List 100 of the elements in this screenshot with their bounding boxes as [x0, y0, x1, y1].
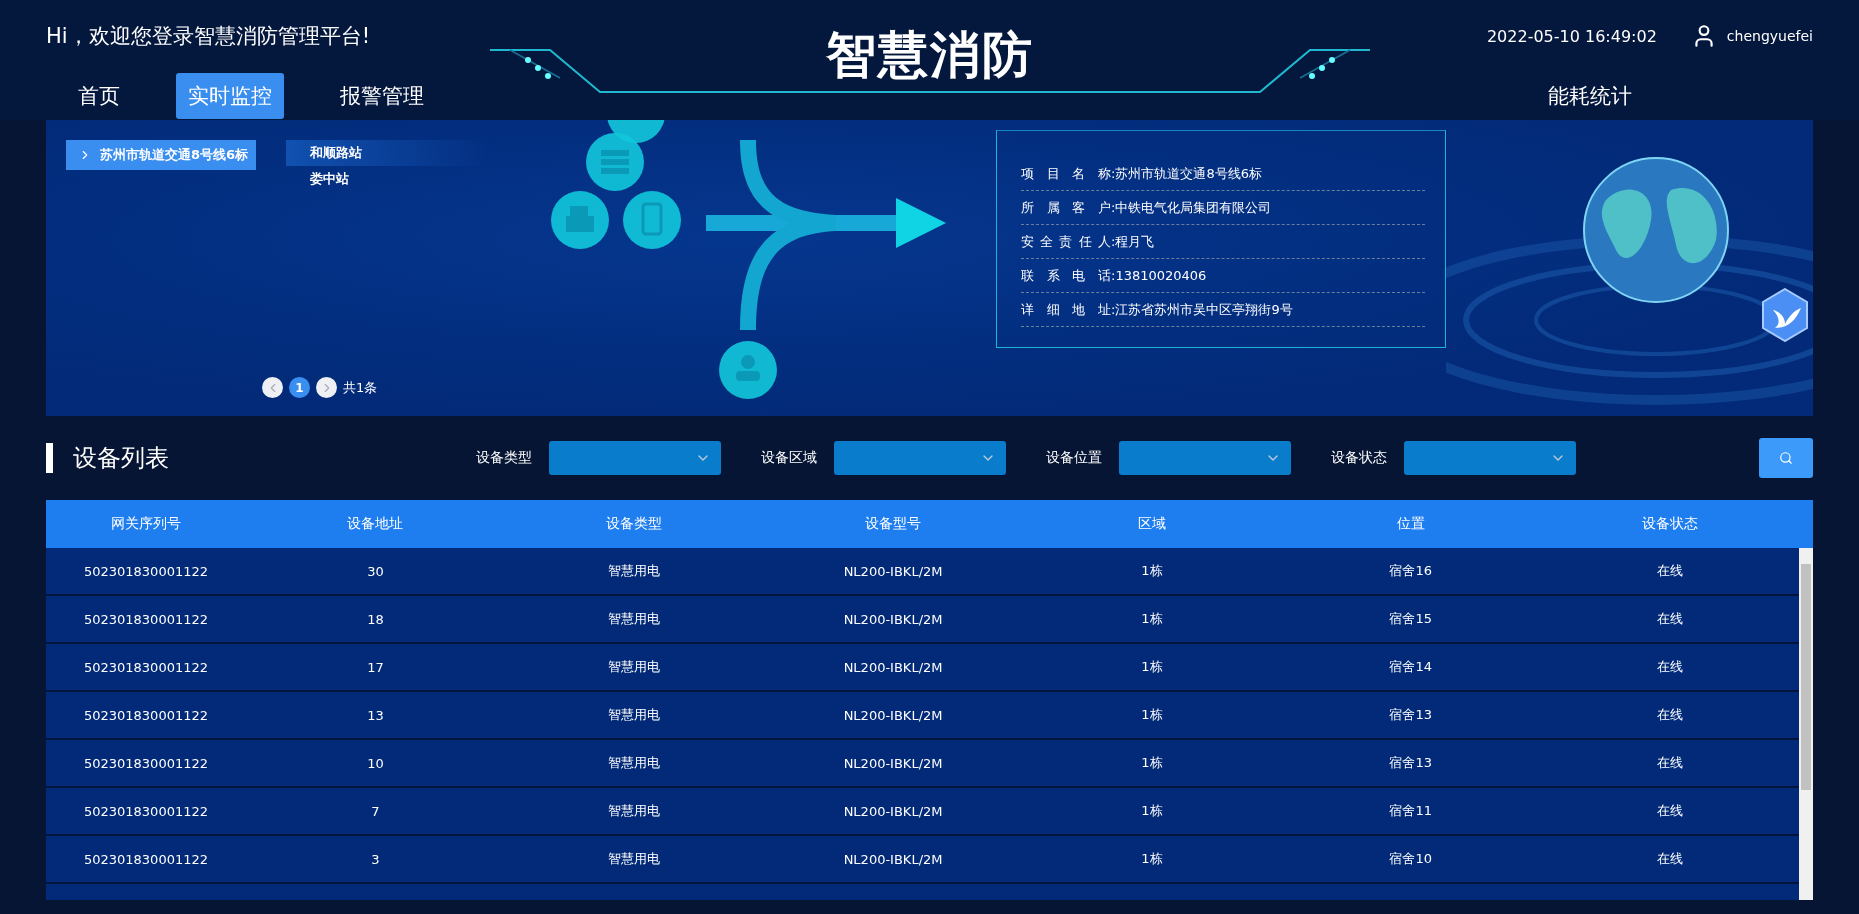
table-cell-text: NL200-IBKL/2M — [842, 706, 944, 725]
filter-label: 设备位置 — [1046, 449, 1102, 467]
table-cell-text: 18 — [366, 610, 385, 629]
table-cell-text: 10 — [366, 754, 385, 773]
nav-tab[interactable]: 能耗统计 — [1536, 73, 1644, 119]
info-value: :江苏省苏州市吴中区亭翔街9号 — [1111, 300, 1293, 319]
table-cell-text: NL200-IBKL/2M — [842, 850, 944, 869]
column-header: 网关序列号 — [110, 514, 182, 533]
table-cell-text: 宿舍16 — [1388, 562, 1433, 580]
table-cell-text: NL200-IBKL/2M — [842, 562, 944, 581]
total-count: 共1条 — [343, 378, 378, 397]
info-label: 所 属 客 户 — [1021, 198, 1111, 217]
table-cell-text: 宿舍10 — [1388, 850, 1433, 868]
column-header: 设备型号 — [864, 514, 923, 533]
section-title: 设备列表 — [46, 443, 436, 473]
info-label: 联 系 电 话 — [1021, 266, 1111, 285]
column-header: 位置 — [1395, 514, 1426, 533]
table-cell-text: 在线 — [1655, 850, 1684, 868]
table-cell-text: 17 — [366, 658, 385, 677]
table-cell-text: 在线 — [1655, 658, 1684, 676]
phone-icon — [623, 191, 681, 249]
table-row[interactable]: 502301830001122 18 智慧用电 NL200-IBKL/2M 1栋 宿舍15 在线 — [46, 596, 1799, 644]
info-value: :程月飞 — [1111, 232, 1155, 251]
table-cell-text: 宿舍14 — [1388, 658, 1433, 676]
table-cell-text: 宿舍15 — [1388, 610, 1433, 628]
search-icon — [1779, 451, 1793, 465]
table-cell-text: 1栋 — [1140, 754, 1164, 772]
bird-icon[interactable] — [1761, 288, 1809, 342]
table-cell-text: 3 — [370, 850, 381, 869]
info-label: 详 细 地 址 — [1021, 300, 1111, 319]
table-cell-text: 智慧用电 — [607, 658, 662, 676]
table-cell-text: 1栋 — [1140, 658, 1164, 676]
next-page-button[interactable] — [316, 377, 337, 398]
page-title: 智慧消防 — [825, 25, 1034, 86]
table-cell-text: NL200-IBKL/2M — [842, 610, 944, 629]
table-row[interactable]: 502301830001122 7 智慧用电 NL200-IBKL/2M 1栋 宿舍11 在线 — [46, 788, 1799, 836]
table-cell-text: 30 — [366, 562, 385, 581]
table-cell-text: 1栋 — [1140, 562, 1164, 580]
table-cell-text: NL200-IBKL/2M — [842, 658, 944, 677]
table-cell-text: 502301830001122 — [82, 706, 210, 725]
info-label: 安 全 责 任 人 — [1021, 232, 1111, 251]
table-cell-text: 在线 — [1655, 706, 1684, 724]
table-cell-text: 502301830001122 — [82, 562, 210, 581]
greeting-text: Hi，欢迎您登录智慧消防管理平台! — [46, 23, 371, 50]
table-cell-text: 13 — [366, 706, 385, 725]
table-cell-text: 智慧用电 — [607, 802, 662, 820]
table-cell-text: 智慧用电 — [607, 754, 662, 772]
table-cell-text: NL200-IBKL/2M — [842, 802, 944, 821]
filter-label: 设备状态 — [1331, 449, 1387, 467]
table-row[interactable]: 502301830001122 30 智慧用电 NL200-IBKL/2M 1栋 宿舍16 在线 — [46, 548, 1799, 596]
table-cell-text: 在线 — [1655, 562, 1684, 580]
table-cell-text: 1栋 — [1140, 706, 1164, 724]
table-cell-text: 502301830001122 — [82, 802, 210, 821]
table-row[interactable]: 502301830001122 3 智慧用电 NL200-IBKL/2M 1栋 宿舍10 在线 — [46, 836, 1799, 884]
info-value: :13810020406 — [1111, 268, 1207, 283]
search-button[interactable] — [1759, 438, 1813, 478]
table-row[interactable]: 502301830001122 10 智慧用电 NL200-IBKL/2M 1栋 宿舍13 在线 — [46, 740, 1799, 788]
nav-tab[interactable]: 报警管理 — [328, 73, 436, 119]
scrollbar-thumb[interactable] — [1801, 564, 1811, 790]
table-cell-text: 1栋 — [1140, 610, 1164, 628]
table-cell-text: 502301830001122 — [82, 610, 210, 629]
column-header: 区域 — [1136, 514, 1167, 533]
table-cell-text: 1栋 — [1140, 850, 1164, 868]
table-cell-text: 智慧用电 — [607, 562, 662, 580]
previous-page-button[interactable] — [262, 377, 283, 398]
table-cell-text: 智慧用电 — [607, 706, 662, 724]
table-cell-text: 7 — [370, 802, 381, 821]
table-cell-text: 宿舍13 — [1388, 754, 1433, 772]
table-cell-text: 在线 — [1655, 610, 1684, 628]
column-header: 设备地址 — [346, 514, 405, 533]
table-cell-text: 在线 — [1655, 802, 1684, 820]
info-value: :苏州市轨道交通8号线6标 — [1111, 164, 1262, 183]
filter-label: 设备类型 — [476, 449, 532, 467]
table-cell-text: 1栋 — [1140, 802, 1164, 820]
column-header: 设备类型 — [605, 514, 664, 533]
station-item[interactable]: 娄中站 — [286, 166, 487, 192]
project-name: 苏州市轨道交通8号线6标 — [100, 146, 249, 164]
filter-select[interactable] — [1119, 441, 1291, 475]
table-cell-text: 在线 — [1655, 754, 1684, 772]
table-row[interactable]: 502301830001122 13 智慧用电 NL200-IBKL/2M 1栋 宿舍13 在线 — [46, 692, 1799, 740]
table-cell-text: 502301830001122 — [82, 754, 210, 773]
info-value: :中铁电气化局集团有限公司 — [1111, 198, 1272, 217]
table-cell-text: 502301830001122 — [82, 850, 210, 869]
table-cell-text: NL200-IBKL/2M — [842, 754, 944, 773]
table-cell-text: 宿舍13 — [1388, 706, 1433, 724]
scrollbar[interactable] — [1799, 548, 1813, 900]
filter-select[interactable] — [834, 441, 1006, 475]
table-cell-text: 智慧用电 — [607, 850, 662, 868]
users-icon — [719, 341, 777, 399]
filter-label: 设备区域 — [761, 449, 817, 467]
nav-tab[interactable]: 首页 — [66, 73, 132, 119]
datetime-text: 2022-05-10 16:49:02 — [1486, 26, 1657, 46]
table-cell-text: 智慧用电 — [607, 610, 662, 628]
table-row[interactable]: 502301830001122 17 智慧用电 NL200-IBKL/2M 1栋 宿舍14 在线 — [46, 644, 1799, 692]
username[interactable]: chengyuefei — [1726, 28, 1813, 44]
filter-select[interactable] — [549, 441, 721, 475]
filter-select[interactable] — [1404, 441, 1576, 475]
table-cell-text: 宿舍11 — [1388, 802, 1433, 820]
info-label: 项 目 名 称 — [1021, 164, 1111, 183]
table-cell-text: 502301830001122 — [82, 658, 210, 677]
